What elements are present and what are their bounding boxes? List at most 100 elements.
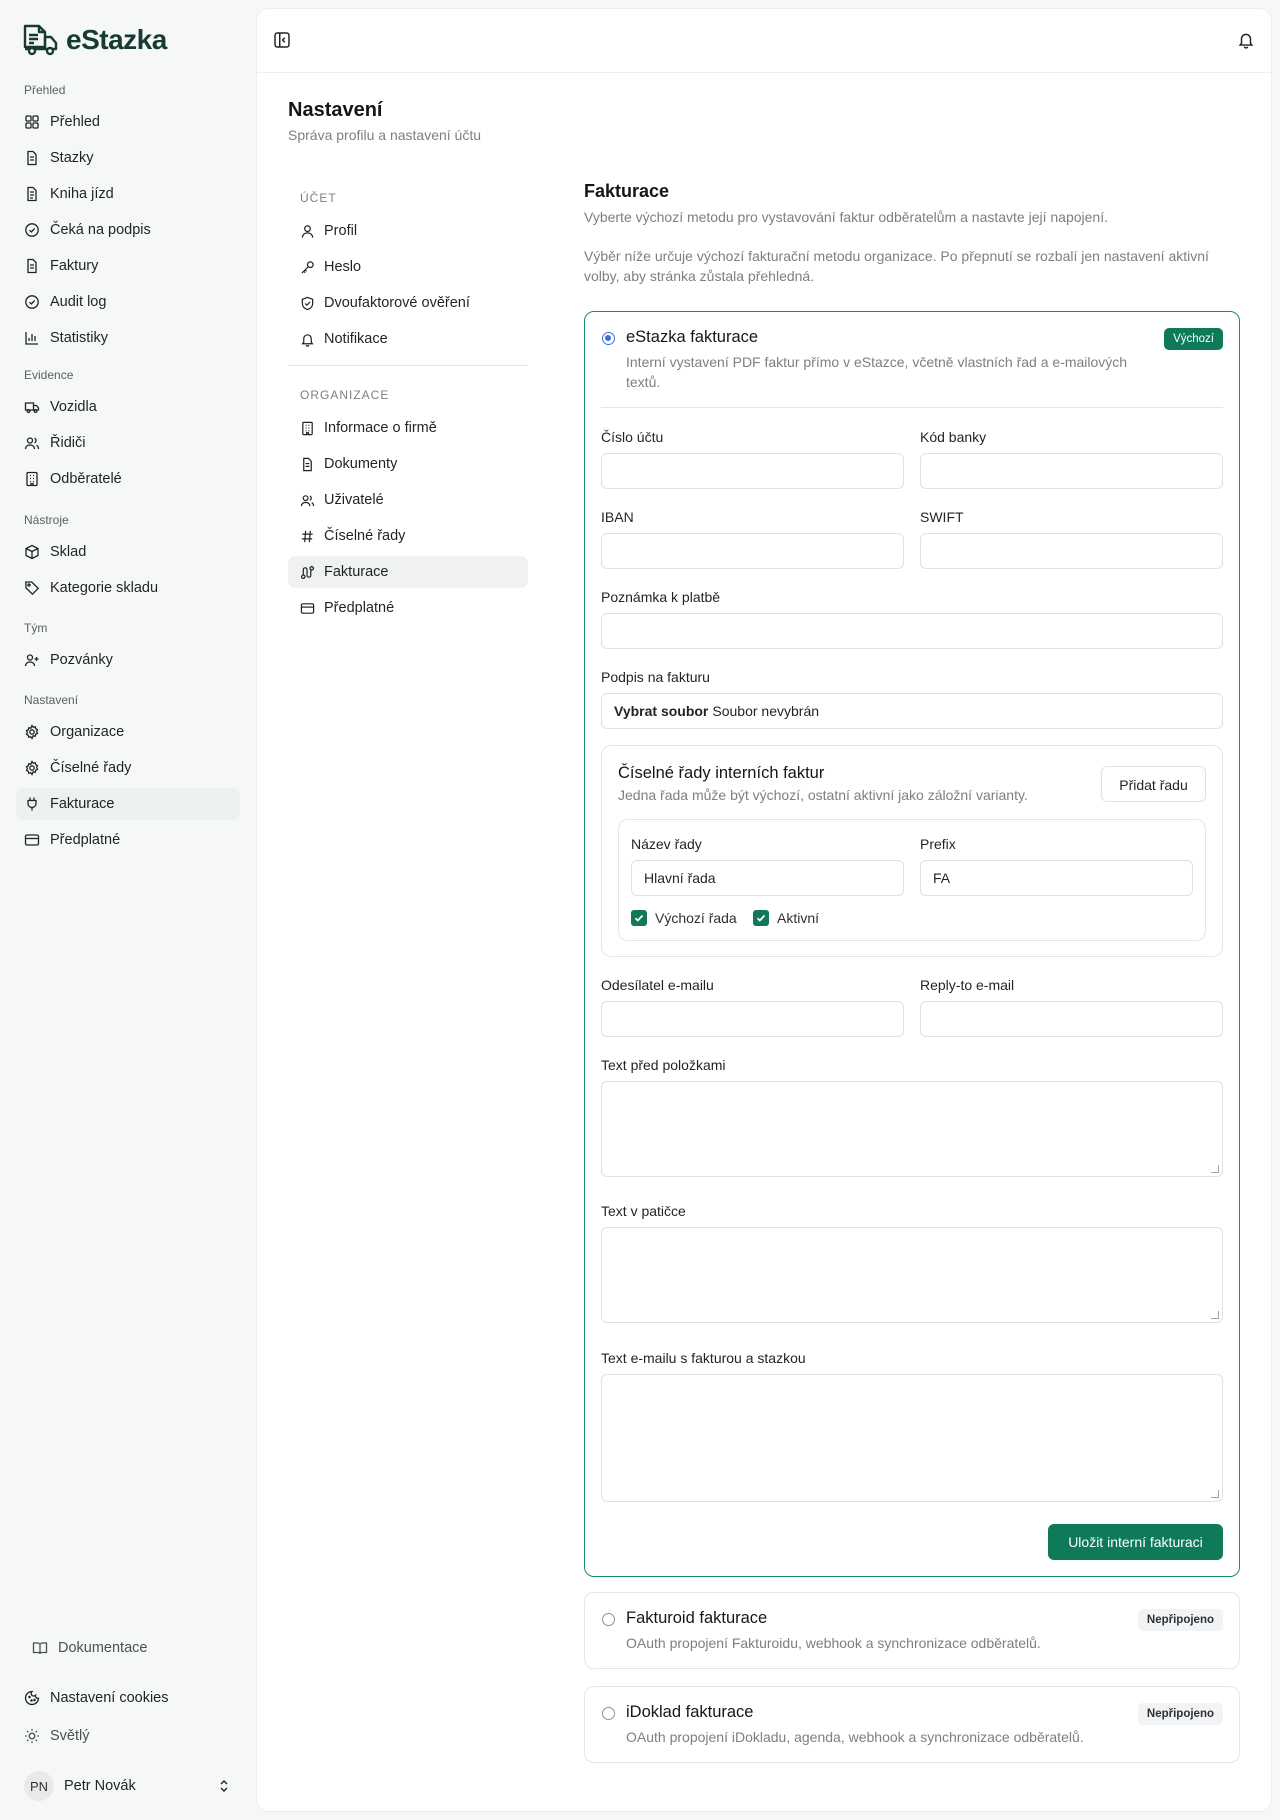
sidebar-item-label: Stazky: [50, 150, 94, 166]
bank-code-input[interactable]: [920, 453, 1223, 489]
email-sender-input[interactable]: [601, 1001, 904, 1037]
fakturoid-radio[interactable]: [602, 1613, 615, 1626]
sidebar-item-statistiky[interactable]: Statistiky: [16, 322, 240, 354]
sidebar-item-label: Faktury: [50, 258, 99, 274]
settings-nav-notifikace[interactable]: Notifikace: [288, 323, 528, 355]
sidebar-group-evidence: Evidence Vozidla Řidiči Odběratelé: [16, 363, 240, 495]
theme-label: Světlý: [50, 1728, 90, 1744]
documentation-link[interactable]: Dokumentace: [16, 1632, 240, 1664]
settings-nav-uzivatele[interactable]: Uživatelé: [288, 484, 528, 516]
email-text-textarea[interactable]: [601, 1374, 1223, 1502]
estazka-billing-card[interactable]: eStazka fakturace Výchozí Interní vystav…: [584, 311, 1240, 1577]
sidebar-item-sklad[interactable]: Sklad: [16, 536, 240, 568]
footer-text-textarea[interactable]: [601, 1227, 1223, 1323]
estazka-radio[interactable]: [602, 332, 615, 345]
gear-icon: [25, 724, 39, 740]
page-title: Nastavení: [288, 99, 383, 121]
sidebar-item-audit-log[interactable]: Audit log: [16, 286, 240, 318]
sidebar-item-vozidla[interactable]: Vozidla: [16, 391, 240, 423]
sidebar-item-ridici[interactable]: Řidiči: [16, 427, 240, 459]
settings-nav-label: Dokumenty: [324, 456, 398, 472]
sidebar-item-kategorie-skladu[interactable]: Kategorie skladu: [16, 572, 240, 604]
cookie-settings-label: Nastavení cookies: [50, 1690, 169, 1706]
bell-icon: [301, 333, 314, 347]
sidebar-group-title: Nastavení: [24, 693, 79, 707]
sidebar-item-faktury[interactable]: Faktury: [16, 250, 240, 282]
book-icon: [27, 186, 37, 202]
invoice-icon: [27, 258, 37, 274]
sidebar-item-pozvanky[interactable]: Pozvánky: [16, 644, 240, 676]
user-plus-icon: [24, 654, 39, 667]
settings-nav-fakturace[interactable]: Fakturace: [288, 556, 528, 588]
series-desc: Jedna řada může být výchozí, ostatní akt…: [618, 787, 1028, 803]
settings-nav-label: Profil: [324, 223, 358, 239]
default-series-checkbox[interactable]: [631, 910, 647, 926]
add-series-button[interactable]: Přidat řadu: [1101, 766, 1206, 802]
settings-nav-ciselne-rady[interactable]: Číselné řady: [288, 520, 528, 552]
theme-toggle[interactable]: Světlý: [16, 1720, 240, 1752]
reply-to-input[interactable]: [920, 1001, 1223, 1037]
user-name: Petr Novák: [64, 1778, 136, 1794]
active-series-checkbox[interactable]: [753, 910, 769, 926]
sidebar-item-ceka-na-podpis[interactable]: Čeká na podpis: [16, 214, 240, 246]
cookie-settings-button[interactable]: Nastavení cookies: [16, 1682, 240, 1714]
file-icon: [303, 457, 312, 471]
estazka-title: eStazka fakturace: [626, 328, 759, 346]
fakturoid-billing-card[interactable]: Fakturoid fakturace Nepřipojeno OAuth pr…: [584, 1592, 1240, 1669]
sidebar-toggle-icon[interactable]: [273, 31, 291, 49]
payment-note-input[interactable]: [601, 613, 1223, 649]
signature-file-input[interactable]: Vybrat soubor Soubor nevybrán: [601, 693, 1223, 729]
sidebar-item-odberatele[interactable]: Odběratelé: [16, 463, 240, 495]
building-icon: [26, 471, 38, 487]
text-before-items-textarea[interactable]: [601, 1081, 1223, 1177]
account-number-input[interactable]: [601, 453, 904, 489]
app-logo[interactable]: eStazka: [22, 22, 167, 58]
sidebar-item-organizace[interactable]: Organizace: [16, 716, 240, 748]
key-icon: [301, 260, 314, 274]
sidebar-item-prehled[interactable]: Přehled: [16, 106, 240, 138]
tag-icon: [25, 581, 40, 596]
settings-nav-predplatne[interactable]: Předplatné: [288, 592, 528, 624]
check-circle-icon: [25, 223, 39, 237]
sidebar-group-title: Evidence: [24, 368, 74, 382]
idoklad-billing-card[interactable]: iDoklad fakturace Nepřipojeno OAuth prop…: [584, 1686, 1240, 1763]
series-name-input[interactable]: Hlavní řada: [631, 860, 904, 896]
choose-file-button[interactable]: Vybrat soubor: [614, 694, 708, 728]
sidebar-item-stazky[interactable]: Stazky: [16, 142, 240, 174]
settings-nav-heslo[interactable]: Heslo: [288, 251, 528, 283]
billing-subtitle: Vyberte výchozí metodu pro vystavování f…: [584, 209, 1108, 225]
signature-label: Podpis na fakturu: [601, 669, 710, 685]
swift-input[interactable]: [920, 533, 1223, 569]
estazka-desc: Interní vystavení PDF faktur přímo v eSt…: [626, 354, 1128, 390]
sidebar-item-fakturace[interactable]: Fakturace: [16, 788, 240, 820]
check-icon: [634, 914, 644, 922]
settings-nav-dokumenty[interactable]: Dokumenty: [288, 448, 528, 480]
sidebar-item-kniha-jizd[interactable]: Kniha jízd: [16, 178, 240, 210]
idoklad-title: iDoklad fakturace: [626, 1703, 754, 1721]
account-number-label: Číslo účtu: [601, 429, 664, 445]
billing-title: Fakturace: [584, 181, 670, 201]
active-series-checkbox-row[interactable]: Aktivní: [753, 910, 819, 926]
user-menu[interactable]: PN Petr Novák: [16, 1766, 240, 1806]
sidebar-item-label: Řidiči: [50, 435, 86, 451]
sidebar-item-label: Statistiky: [50, 330, 109, 346]
save-internal-billing-button[interactable]: Uložit interní fakturaci: [1048, 1524, 1223, 1560]
sidebar-item-predplatne[interactable]: Předplatné: [16, 824, 240, 856]
sidebar-item-label: Kategorie skladu: [50, 580, 159, 596]
iban-label: IBAN: [601, 509, 634, 525]
default-series-checkbox-row[interactable]: Výchozí řada: [631, 910, 737, 926]
settings-nav-informace-o-firme[interactable]: Informace o firmě: [288, 412, 528, 444]
hash-icon: [301, 530, 313, 542]
sidebar-item-ciselne-rady[interactable]: Číselné řady: [16, 752, 240, 784]
series-prefix-input[interactable]: FA: [920, 860, 1193, 896]
settings-nav-2fa[interactable]: Dvoufaktorové ověření: [288, 287, 528, 319]
bell-icon[interactable]: [1237, 31, 1255, 49]
settings-nav-profil[interactable]: Profil: [288, 215, 528, 247]
credit-card-icon: [24, 834, 40, 846]
idoklad-radio[interactable]: [602, 1707, 615, 1720]
settings-nav-label: Informace o firmě: [324, 420, 437, 436]
iban-input[interactable]: [601, 533, 904, 569]
file-icon: [27, 150, 37, 166]
idoklad-status-badge: Nepřipojeno: [1137, 1703, 1223, 1725]
sidebar-group-nastroje: Nástroje Sklad Kategorie skladu: [16, 508, 240, 604]
